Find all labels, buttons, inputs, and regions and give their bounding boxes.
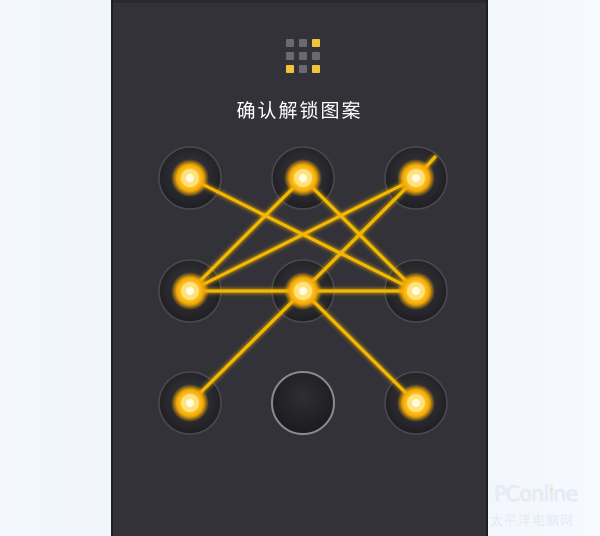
lock-screen: 确认解锁图案 — [111, 0, 488, 536]
pattern-node-highlight — [412, 174, 420, 182]
pattern-node-highlight — [186, 287, 194, 295]
watermark-dot-icon — [550, 488, 553, 491]
watermark-logo: PConline 太平洋电脑网 — [480, 472, 600, 536]
pattern-node-highlight — [412, 399, 420, 407]
watermark-brand: PConline — [494, 482, 578, 506]
pattern-node-highlight — [186, 174, 194, 182]
pattern-lock-grid[interactable] — [113, 0, 490, 536]
watermark-subtitle: 太平洋电脑网 — [490, 514, 575, 529]
pattern-node-highlight — [299, 174, 307, 182]
screenshot-frame: 确认解锁图案 PConline 太平洋电脑网 — [0, 0, 600, 536]
pattern-node-highlight — [186, 399, 194, 407]
pattern-node-highlight — [412, 287, 420, 295]
pattern-node-8[interactable] — [271, 371, 335, 435]
pattern-node-highlight — [299, 287, 307, 295]
